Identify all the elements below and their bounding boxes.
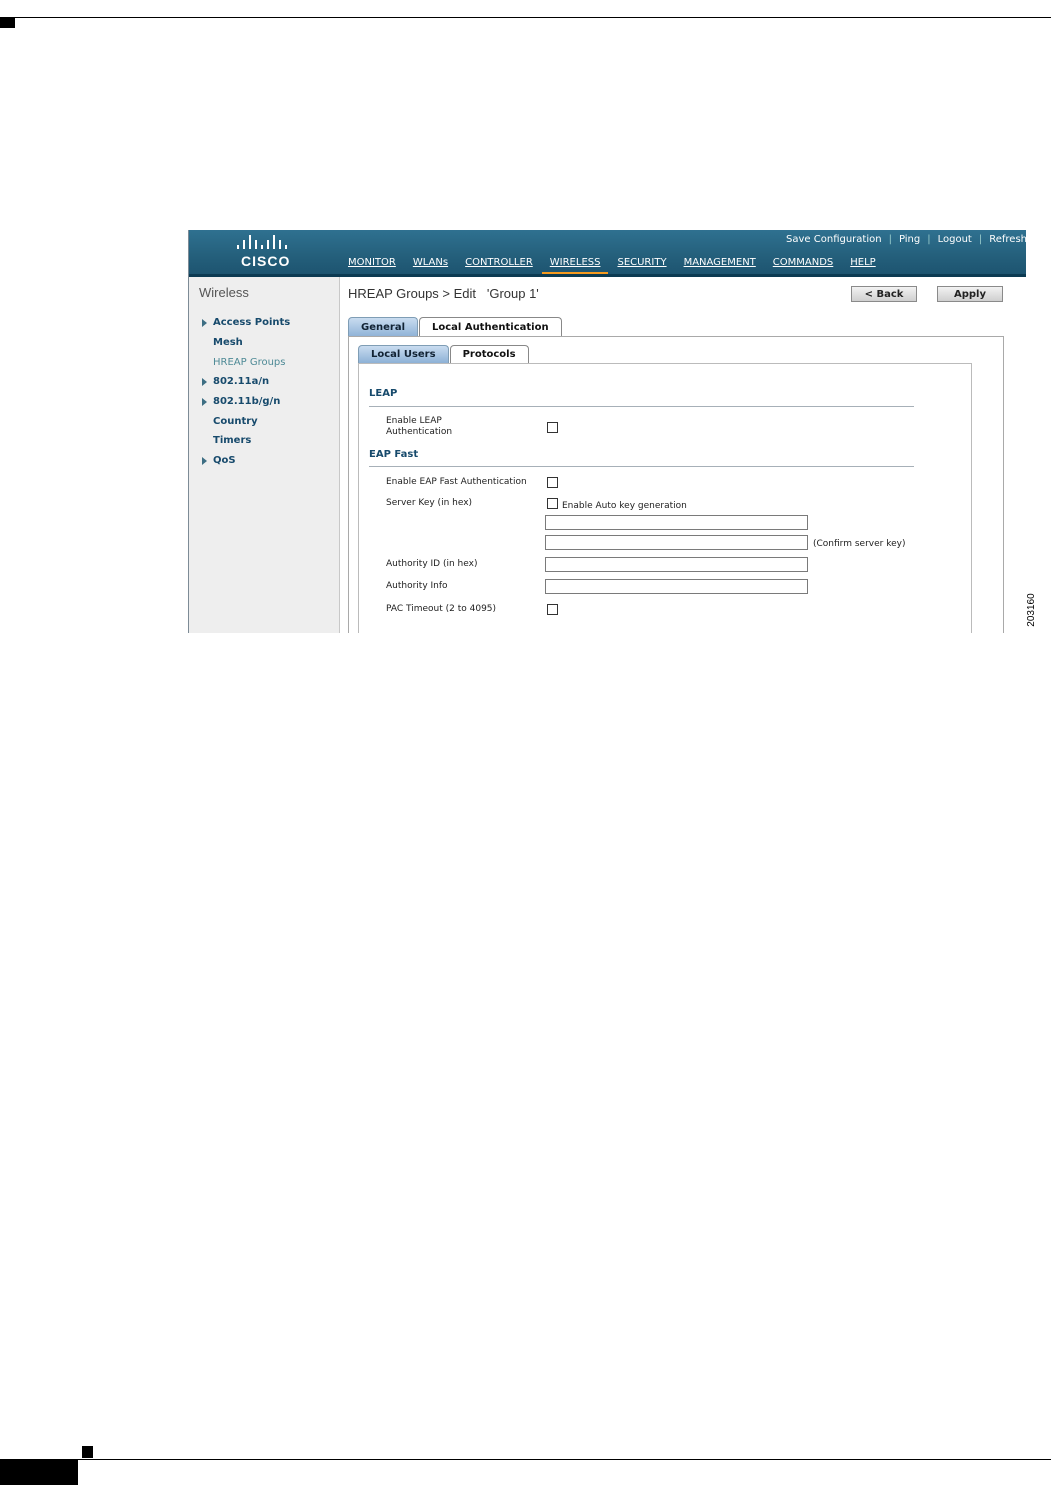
nav-controller[interactable]: CONTROLLER (465, 257, 533, 274)
expand-triangle-icon (202, 378, 207, 386)
sidebar-item-label: QoS (213, 455, 236, 466)
enable-leap-checkbox[interactable] (547, 422, 558, 433)
server-key-label: Server Key (in hex) (386, 498, 473, 508)
auto-key-checkbox[interactable] (547, 498, 558, 509)
sidebar-item-label: 802.11a/n (213, 376, 270, 387)
separator: | (978, 234, 983, 245)
eap-fast-heading: EAP Fast (369, 449, 419, 460)
nav-wireless[interactable]: WIRELESS (541, 257, 609, 276)
pac-timeout-label: PAC Timeout (2 to 4095) (386, 604, 497, 614)
subtab-local-users[interactable]: Local Users (358, 345, 449, 363)
separator: | (927, 234, 931, 245)
page-bottom-small-marker (82, 1446, 93, 1458)
expand-triangle-icon (202, 398, 207, 406)
auto-key-label: Enable Auto key generation (562, 501, 687, 511)
enable-eap-fast-label: Enable EAP Fast Authentication (386, 477, 527, 487)
authority-id-label: Authority ID (in hex) (386, 559, 478, 569)
section-divider (369, 406, 914, 407)
nav-management[interactable]: MANAGEMENT (684, 257, 756, 274)
enable-leap-label: Enable LEAP Authentication (386, 416, 452, 438)
nav-help[interactable]: HELP (850, 257, 875, 274)
nav-wlans[interactable]: WLANs (413, 257, 448, 274)
page-top-rule (0, 17, 1051, 18)
tab-bar: General Local Authentication (348, 317, 563, 337)
separator: | (888, 234, 892, 245)
cisco-logo-bars-icon (237, 235, 299, 249)
sidebar-item-qos[interactable]: QoS (202, 455, 236, 466)
utility-links: Save Configuration | Ping | Logout | Ref… (786, 234, 1026, 245)
sidebar-item-label: Access Points (213, 317, 291, 328)
page-top-marker (0, 17, 15, 28)
page-bottom-marker (0, 1460, 78, 1485)
sidebar-title: Wireless (199, 285, 249, 300)
header-bar: CISCO Save Configuration | Ping | Logout… (189, 230, 1026, 276)
confirm-server-key-hint: (Confirm server key) (813, 539, 906, 549)
sidebar-item-label: HREAP Groups (213, 357, 286, 368)
page-bottom-rule (0, 1459, 1051, 1460)
subtab-protocols[interactable]: Protocols (449, 345, 529, 363)
cisco-logo-text: CISCO (241, 253, 291, 269)
tab-general[interactable]: General (348, 317, 418, 337)
section-divider (369, 466, 914, 467)
expand-triangle-icon (202, 457, 207, 465)
sidebar-item-label: Country (213, 416, 258, 427)
sidebar-item-label: Timers (213, 435, 252, 446)
apply-button[interactable]: Apply (937, 286, 1003, 302)
enable-leap-label-line2: Authentication (386, 427, 453, 437)
nav-commands[interactable]: COMMANDS (773, 257, 833, 274)
sidebar-item-hreap-groups[interactable]: HREAP Groups (213, 357, 286, 368)
authority-info-label: Authority Info (386, 581, 448, 591)
sidebar-item-timers[interactable]: Timers (213, 435, 251, 446)
tab-local-authentication[interactable]: Local Authentication (419, 317, 562, 337)
enable-eap-fast-checkbox[interactable] (547, 477, 558, 488)
leap-heading: LEAP (369, 388, 398, 399)
authority-info-input[interactable] (545, 579, 808, 594)
sidebar-item-label: Mesh (213, 337, 243, 348)
sidebar-item-802-11a-n[interactable]: 802.11a/n (202, 376, 270, 387)
figure-number: 203160 (1025, 593, 1037, 627)
logout-link[interactable]: Logout (938, 234, 972, 245)
ping-link[interactable]: Ping (899, 234, 920, 245)
save-configuration-link[interactable]: Save Configuration (786, 234, 882, 245)
protocols-panel: LEAP Enable LEAP Authentication EAP Fast… (358, 363, 972, 633)
tab-panel: Local Users Protocols LEAP Enable LEAP A… (348, 336, 1004, 633)
cisco-logo: CISCO (229, 235, 299, 271)
expand-triangle-icon (202, 319, 207, 327)
nav-monitor[interactable]: MONITOR (348, 257, 396, 274)
server-key-input[interactable] (545, 515, 808, 530)
page-title: HREAP Groups > Edit 'Group 1' (348, 286, 539, 301)
refresh-link[interactable]: Refresh (989, 234, 1026, 245)
nav-security[interactable]: SECURITY (617, 257, 666, 274)
sidebar-item-access-points[interactable]: Access Points (202, 317, 291, 328)
subtab-bar: Local Users Protocols (358, 345, 530, 363)
authority-id-input[interactable] (545, 557, 808, 572)
back-button[interactable]: < Back (851, 286, 917, 302)
sidebar-item-802-11b-g-n[interactable]: 802.11b/g/n (202, 396, 281, 407)
main-content: HREAP Groups > Edit 'Group 1' < Back App… (341, 277, 1026, 633)
sidebar: Wireless Access Points Mesh HREAP Groups… (189, 277, 340, 633)
screenshot-window: CISCO Save Configuration | Ping | Logout… (188, 230, 1026, 633)
sidebar-item-mesh[interactable]: Mesh (213, 337, 243, 348)
pac-timeout-checkbox[interactable] (547, 604, 558, 615)
sidebar-item-label: 802.11b/g/n (213, 396, 281, 407)
sidebar-item-country[interactable]: Country (213, 416, 258, 427)
main-nav: MONITOR WLANs CONTROLLER WIRELESS SECURI… (348, 257, 893, 276)
confirm-server-key-input[interactable] (545, 535, 808, 550)
enable-leap-label-line1: Enable LEAP (386, 416, 442, 426)
